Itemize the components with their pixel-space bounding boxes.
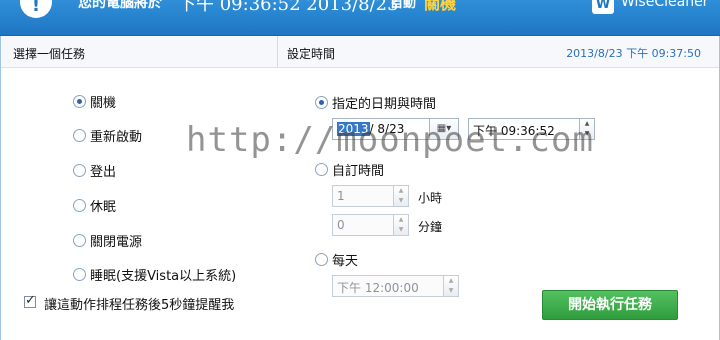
task-radio-shutdown[interactable]: 關機 <box>73 92 116 111</box>
task-label: 重新啟動 <box>90 130 143 145</box>
header-action: 關機 <box>424 0 457 13</box>
task-radio-restart[interactable]: 重新啟動 <box>73 126 142 145</box>
task-radio-sleep[interactable]: 睡眠(支援Vista以上系統) <box>73 265 236 284</box>
schedule-label: 指定的日期與時間 <box>332 97 437 112</box>
brand-name: WiseCleaner <box>621 0 709 10</box>
schedule-label: 自訂時間 <box>332 164 385 179</box>
schedule-radio-countdown[interactable]: 自訂時間 <box>315 160 384 179</box>
task-label: 休眠 <box>90 200 117 215</box>
task-label: 登出 <box>90 165 117 180</box>
header-time: 下午 09:36:52 2013/8/23 <box>178 0 399 15</box>
radio-icon <box>73 199 86 212</box>
hours-unit: 小時 <box>418 191 443 205</box>
daily-time-field[interactable]: 下午 12:00:00 <box>332 275 444 297</box>
date-year-selected: 2013 <box>337 122 370 136</box>
date-rest: / 8/23 <box>369 122 405 136</box>
schedule-label: 每天 <box>332 254 359 269</box>
time-section-title: 設定時間 <box>287 47 336 61</box>
title-bar: ! 您的電腦將於 下午 09:36:52 2013/8/23 自動 關機 W W… <box>0 0 720 36</box>
task-section-title: 選擇一個任務 <box>13 47 86 61</box>
reminder-checkbox[interactable] <box>24 293 36 308</box>
current-datetime: 2013/8/23 下午 09:37:50 <box>566 47 701 60</box>
task-radio-hibernate[interactable]: 休眠 <box>73 196 116 215</box>
panel-header: 選擇一個任務 設定時間 2013/8/23 下午 09:37:50 <box>1 36 719 68</box>
header-action-label: 自動 <box>390 0 417 11</box>
schedule-radio-specific[interactable]: 指定的日期與時間 <box>315 93 436 112</box>
time-field[interactable]: 下午 09:36:52 <box>468 118 580 140</box>
radio-icon <box>73 268 86 281</box>
reminder-checkbox-label: 讓這動作排程任務後5秒鐘提醒我 <box>44 298 235 313</box>
task-radio-logoff[interactable]: 登出 <box>73 161 116 180</box>
radio-icon <box>73 95 86 108</box>
minutes-field[interactable]: 0 <box>332 214 394 236</box>
date-field[interactable]: 2013/ 8/23 <box>332 118 430 140</box>
schedule-radio-daily[interactable]: 每天 <box>315 250 358 269</box>
start-task-button[interactable]: 開始執行任務 <box>542 290 678 320</box>
header-title: 您的電腦將於 <box>78 0 162 11</box>
daily-time-spinner-icon[interactable]: ▲ ▼ <box>443 275 459 297</box>
time-spinner-icon[interactable]: ▲ ▼ <box>579 118 595 140</box>
header-divider <box>277 36 278 68</box>
wisecleaner-logo-icon: W <box>592 0 614 14</box>
hours-field[interactable]: 1 <box>332 185 394 207</box>
radio-icon <box>315 96 328 109</box>
minutes-unit: 分鐘 <box>418 220 443 234</box>
hours-spinner-icon[interactable]: ▲ ▼ <box>393 185 409 207</box>
task-label: 關閉電源 <box>90 235 143 250</box>
info-icon: ! <box>20 0 52 18</box>
radio-icon <box>73 129 86 142</box>
radio-icon <box>73 234 86 247</box>
calendar-dropdown-icon[interactable]: ▦▾ <box>429 118 459 140</box>
task-label: 睡眠(支援Vista以上系統) <box>90 269 237 284</box>
minutes-spinner-icon[interactable]: ▲ ▼ <box>393 214 409 236</box>
radio-icon <box>315 163 328 176</box>
radio-icon <box>315 253 328 266</box>
radio-icon <box>73 164 86 177</box>
task-label: 關機 <box>90 96 117 111</box>
task-radio-power-off[interactable]: 關閉電源 <box>73 231 142 250</box>
